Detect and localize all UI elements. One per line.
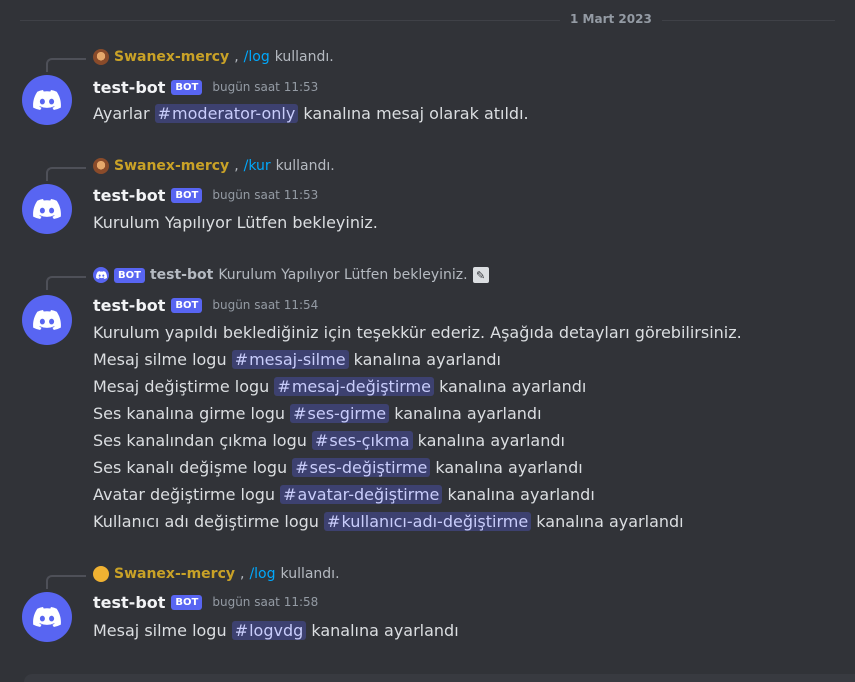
bot-tag: BOT [171, 297, 203, 313]
author-username[interactable]: test-bot [93, 593, 165, 612]
channel-mention[interactable]: #moderator-only [154, 104, 299, 123]
bot-tag: BOT [171, 79, 203, 95]
bot-tag: BOT [171, 594, 203, 610]
message-content: Ayarlar #moderator-only kanalına mesaj o… [93, 100, 529, 127]
reply-preview[interactable]: Swanex-mercy, /log kullandı. [93, 47, 334, 67]
divider-line [20, 20, 835, 21]
reply-command[interactable]: /log [244, 49, 270, 65]
hash-icon: # [157, 104, 172, 123]
message-content: Kurulum yapıldı beklediğiniz için teşekk… [93, 319, 742, 535]
reply-command[interactable]: /log [249, 566, 275, 582]
hash-icon: # [234, 621, 249, 640]
reply-spine [46, 575, 86, 589]
reply-preview[interactable]: BOT test-bot Kurulum Yapılıyor Lütfen be… [93, 265, 489, 285]
timestamp[interactable]: bugün saat 11:54 [212, 298, 318, 312]
reply-avatar[interactable] [93, 267, 109, 283]
reply-command[interactable]: /kur [244, 158, 271, 174]
content-line: Mesaj silme logu #logvdg kanalına ayarla… [93, 621, 459, 640]
edit-icon: ✎ [472, 267, 489, 283]
reply-username[interactable]: test-bot [150, 267, 213, 283]
reply-preview[interactable]: Swanex-mercy, /kur kullandı. [93, 156, 335, 176]
hash-icon: # [295, 458, 309, 477]
reply-spine [46, 58, 86, 72]
reply-username[interactable]: Swanex--mercy [114, 566, 235, 582]
reply-avatar[interactable] [93, 566, 109, 582]
hash-icon: # [327, 512, 341, 531]
content-line: Avatar değiştirme logu #avatar-değiştirm… [93, 485, 595, 504]
reply-username[interactable]: Swanex-mercy [114, 49, 229, 65]
message-group: Swanex-mercy, /log kullandı. test-bot BO… [0, 47, 855, 137]
message-header: test-bot BOT bugün saat 11:53 [93, 184, 318, 206]
hash-icon: # [293, 404, 307, 423]
channel-mention[interactable]: #mesaj-silme [231, 350, 349, 369]
message-group: BOT test-bot Kurulum Yapılıyor Lütfen be… [0, 265, 855, 545]
message-header: test-bot BOT bugün saat 11:58 [93, 591, 318, 613]
message-header: test-bot BOT bugün saat 11:54 [93, 294, 318, 316]
author-username[interactable]: test-bot [93, 186, 165, 205]
reply-preview[interactable]: Swanex--mercy, /log kullandı. [93, 564, 340, 584]
reply-text[interactable]: Kurulum Yapılıyor Lütfen bekleyiniz. [218, 267, 467, 283]
bot-tag: BOT [114, 267, 145, 283]
date-divider-label: 1 Mart 2023 [560, 12, 662, 26]
discord-logo-icon [33, 90, 61, 110]
discord-logo-icon [33, 199, 61, 219]
content-line: Kurulum Yapılıyor Lütfen bekleyiniz. [93, 213, 378, 232]
content-line: Ses kanalı değişme logu #ses-değiştirme … [93, 458, 583, 477]
channel-mention[interactable]: #mesaj-değiştirme [274, 377, 434, 396]
content-line: Ses kanalına girme logu #ses-girme kanal… [93, 404, 542, 423]
reply-spine [46, 276, 86, 290]
content-line: Mesaj değiştirme logu #mesaj-değiştirme … [93, 377, 587, 396]
content-line: Kurulum yapıldı beklediğiniz için teşekk… [93, 323, 742, 342]
reply-spine [46, 167, 86, 181]
bot-tag: BOT [171, 187, 203, 203]
bot-avatar[interactable] [22, 75, 72, 125]
reply-text: kullandı. [275, 158, 335, 174]
author-username[interactable]: test-bot [93, 78, 165, 97]
date-divider: 1 Mart 2023 [0, 10, 855, 30]
message-group: Swanex-mercy, /kur kullandı. test-bot BO… [0, 156, 855, 246]
discord-logo-icon [33, 310, 61, 330]
hash-icon: # [277, 377, 291, 396]
message-header: test-bot BOT bugün saat 11:53 [93, 76, 318, 98]
bot-avatar[interactable] [22, 184, 72, 234]
message-group: Swanex--mercy, /log kullandı. test-bot B… [0, 564, 855, 654]
timestamp[interactable]: bugün saat 11:53 [212, 80, 318, 94]
hash-icon: # [283, 485, 297, 504]
reply-username[interactable]: Swanex-mercy [114, 158, 229, 174]
message-input-bar[interactable] [24, 674, 855, 682]
content-line: Ayarlar #moderator-only kanalına mesaj o… [93, 104, 529, 123]
reply-text: kullandı. [274, 49, 334, 65]
bot-avatar[interactable] [22, 295, 72, 345]
chat-messages: 1 Mart 2023 Swanex-mercy, /log kullandı.… [0, 0, 855, 682]
author-username[interactable]: test-bot [93, 296, 165, 315]
reply-avatar[interactable] [93, 49, 109, 65]
message-content: Kurulum Yapılıyor Lütfen bekleyiniz. [93, 209, 378, 236]
channel-mention[interactable]: #ses-çıkma [311, 431, 413, 450]
channel-mention[interactable]: #logvdg [231, 621, 307, 640]
timestamp[interactable]: bugün saat 11:53 [212, 188, 318, 202]
content-line: Mesaj silme logu #mesaj-silme kanalına a… [93, 350, 501, 369]
channel-mention[interactable]: #kullanıcı-adı-değiştirme [324, 512, 532, 531]
reply-avatar[interactable] [93, 158, 109, 174]
channel-mention[interactable]: #ses-girme [290, 404, 390, 423]
discord-logo-icon [96, 271, 107, 279]
discord-logo-icon [33, 607, 61, 627]
content-line: Kullanıcı adı değiştirme logu #kullanıcı… [93, 512, 684, 531]
hash-icon: # [234, 350, 249, 369]
channel-mention[interactable]: #ses-değiştirme [292, 458, 431, 477]
timestamp[interactable]: bugün saat 11:58 [212, 595, 318, 609]
hash-icon: # [314, 431, 329, 450]
bot-avatar[interactable] [22, 592, 72, 642]
message-content: Mesaj silme logu #logvdg kanalına ayarla… [93, 617, 459, 644]
content-line: Ses kanalından çıkma logu #ses-çıkma kan… [93, 431, 565, 450]
channel-mention[interactable]: #avatar-değiştirme [280, 485, 443, 504]
reply-text: kullandı. [280, 566, 340, 582]
